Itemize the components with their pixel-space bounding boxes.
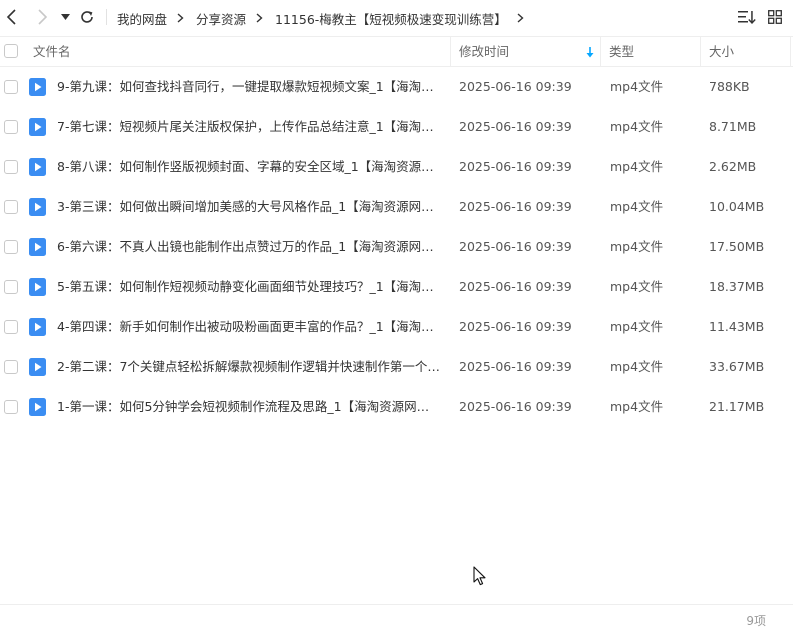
chevron-right-icon xyxy=(256,13,263,23)
table-row[interactable]: 6-第六课：不真人出镜也能制作出点赞过万的作品_1【海淘资源网：www.hait… xyxy=(0,227,793,267)
sort-button[interactable] xyxy=(737,9,757,27)
breadcrumb-item-root[interactable]: 我的网盘 xyxy=(117,9,167,28)
breadcrumb-item-current[interactable]: 11156-梅教主【短视频极速变现训练营】 xyxy=(275,9,507,28)
chevron-right-icon xyxy=(177,13,184,23)
grid-view-icon xyxy=(768,9,782,27)
refresh-button[interactable] xyxy=(76,6,98,28)
row-checkbox[interactable] xyxy=(4,400,18,414)
file-modified: 2025-06-16 09:39 xyxy=(459,119,572,134)
file-name[interactable]: 8-第八课：如何制作竖版视频封面、字幕的安全区域_1【海淘资源网：www.hai… xyxy=(57,147,441,187)
item-count: 9项 xyxy=(746,614,766,628)
caret-down-icon xyxy=(60,14,70,20)
file-size: 21.17MB xyxy=(709,399,765,414)
footer-divider xyxy=(0,604,793,605)
video-file-icon xyxy=(29,78,46,96)
row-checkbox[interactable] xyxy=(4,240,18,254)
mouse-pointer-icon xyxy=(473,566,487,586)
file-name[interactable]: 3-第三课：如何做出瞬间增加美感的大号风格作品_1【海淘资源网：www.hait… xyxy=(57,187,441,227)
table-row[interactable]: 7-第七课：短视频片尾关注版权保护，上传作品总结注意_1【海淘资源网：www.h… xyxy=(0,107,793,147)
video-file-icon xyxy=(29,198,46,216)
table-row[interactable]: 5-第五课：如何制作短视频动静变化画面细节处理技巧？_1【海淘资源网：www.h… xyxy=(0,267,793,307)
file-type: mp4文件 xyxy=(610,279,664,294)
row-checkbox[interactable] xyxy=(4,200,18,214)
file-list: 9-第九课：如何查找抖音同行，一键提取爆款短视频文案_1【海淘资源网：www.h… xyxy=(0,67,793,427)
sort-list-icon xyxy=(738,10,756,27)
chevron-right-icon[interactable] xyxy=(517,13,524,23)
row-checkbox[interactable] xyxy=(4,120,18,134)
breadcrumb-item-shared[interactable]: 分享资源 xyxy=(196,9,246,28)
table-row[interactable]: 9-第九课：如何查找抖音同行，一键提取爆款短视频文案_1【海淘资源网：www.h… xyxy=(0,67,793,107)
file-size: 11.43MB xyxy=(709,319,765,334)
file-modified: 2025-06-16 09:39 xyxy=(459,399,572,414)
file-size: 10.04MB xyxy=(709,199,765,214)
file-modified: 2025-06-16 09:39 xyxy=(459,159,572,174)
file-type: mp4文件 xyxy=(610,199,664,214)
file-size: 2.62MB xyxy=(709,159,757,174)
row-checkbox[interactable] xyxy=(4,160,18,174)
chevron-right-icon xyxy=(36,9,48,25)
file-name[interactable]: 5-第五课：如何制作短视频动静变化画面细节处理技巧？_1【海淘资源网：www.h… xyxy=(57,267,441,307)
file-modified: 2025-06-16 09:39 xyxy=(459,239,572,254)
select-all-checkbox[interactable] xyxy=(4,44,18,58)
file-name[interactable]: 2-第二课：7个关键点轻松拆解爆款视频制作逻辑并快速制作第一个作品_1【海淘资源… xyxy=(57,347,441,387)
file-modified: 2025-06-16 09:39 xyxy=(459,199,572,214)
file-size: 788KB xyxy=(709,79,750,94)
column-divider xyxy=(600,37,601,66)
column-header-size[interactable]: 大小 xyxy=(709,37,734,66)
file-size: 33.67MB xyxy=(709,359,765,374)
history-dropdown-button[interactable] xyxy=(55,6,75,28)
file-type: mp4文件 xyxy=(610,159,664,174)
file-type: mp4文件 xyxy=(610,359,664,374)
file-modified: 2025-06-16 09:39 xyxy=(459,279,572,294)
row-checkbox[interactable] xyxy=(4,80,18,94)
video-file-icon xyxy=(29,358,46,376)
view-toggle-button[interactable] xyxy=(765,9,785,27)
row-checkbox[interactable] xyxy=(4,320,18,334)
file-modified: 2025-06-16 09:39 xyxy=(459,319,572,334)
video-file-icon xyxy=(29,238,46,256)
file-name[interactable]: 1-第一课：如何5分钟学会短视频制作流程及思路_1【海淘资源网：www.hait… xyxy=(57,387,441,427)
back-button[interactable] xyxy=(1,6,23,28)
file-name[interactable]: 9-第九课：如何查找抖音同行，一键提取爆款短视频文案_1【海淘资源网：www.h… xyxy=(57,67,441,107)
video-file-icon xyxy=(29,118,46,136)
table-header: 文件名 修改时间 类型 大小 xyxy=(0,36,793,67)
column-header-name[interactable]: 文件名 xyxy=(33,37,71,66)
column-divider xyxy=(790,37,791,66)
row-checkbox[interactable] xyxy=(4,360,18,374)
file-type: mp4文件 xyxy=(610,119,664,134)
file-name[interactable]: 4-第四课：新手如何制作出被动吸粉画面更丰富的作品？_1【海淘资源网：www.h… xyxy=(57,307,441,347)
video-file-icon xyxy=(29,398,46,416)
file-name[interactable]: 6-第六课：不真人出镜也能制作出点赞过万的作品_1【海淘资源网：www.hait… xyxy=(57,227,441,267)
arrow-down-icon xyxy=(586,46,594,61)
table-row[interactable]: 2-第二课：7个关键点轻松拆解爆款视频制作逻辑并快速制作第一个作品_1【海淘资源… xyxy=(0,347,793,387)
video-file-icon xyxy=(29,318,46,336)
toolbar: 我的网盘 分享资源 11156-梅教主【短视频极速变现训练营】 xyxy=(0,0,793,36)
file-type: mp4文件 xyxy=(610,399,664,414)
table-row[interactable]: 3-第三课：如何做出瞬间增加美感的大号风格作品_1【海淘资源网：www.hait… xyxy=(0,187,793,227)
column-header-modified[interactable]: 修改时间 xyxy=(459,37,509,66)
column-divider xyxy=(450,37,451,66)
column-header-type[interactable]: 类型 xyxy=(609,37,634,66)
table-row[interactable]: 4-第四课：新手如何制作出被动吸粉画面更丰富的作品？_1【海淘资源网：www.h… xyxy=(0,307,793,347)
video-file-icon xyxy=(29,158,46,176)
file-name[interactable]: 7-第七课：短视频片尾关注版权保护，上传作品总结注意_1【海淘资源网：www.h… xyxy=(57,107,441,147)
table-row[interactable]: 1-第一课：如何5分钟学会短视频制作流程及思路_1【海淘资源网：www.hait… xyxy=(0,387,793,427)
file-size: 17.50MB xyxy=(709,239,765,254)
chevron-left-icon xyxy=(6,9,18,25)
file-modified: 2025-06-16 09:39 xyxy=(459,79,572,94)
file-type: mp4文件 xyxy=(610,79,664,94)
row-checkbox[interactable] xyxy=(4,280,18,294)
file-type: mp4文件 xyxy=(610,319,664,334)
video-file-icon xyxy=(29,278,46,296)
refresh-icon xyxy=(80,10,94,24)
table-row[interactable]: 8-第八课：如何制作竖版视频封面、字幕的安全区域_1【海淘资源网：www.hai… xyxy=(0,147,793,187)
breadcrumb: 我的网盘 分享资源 11156-梅教主【短视频极速变现训练营】 xyxy=(117,9,536,27)
file-modified: 2025-06-16 09:39 xyxy=(459,359,572,374)
file-type: mp4文件 xyxy=(610,239,664,254)
file-size: 8.71MB xyxy=(709,119,757,134)
file-size: 18.37MB xyxy=(709,279,765,294)
toolbar-divider xyxy=(106,9,107,25)
column-divider xyxy=(700,37,701,66)
forward-button[interactable] xyxy=(31,6,53,28)
